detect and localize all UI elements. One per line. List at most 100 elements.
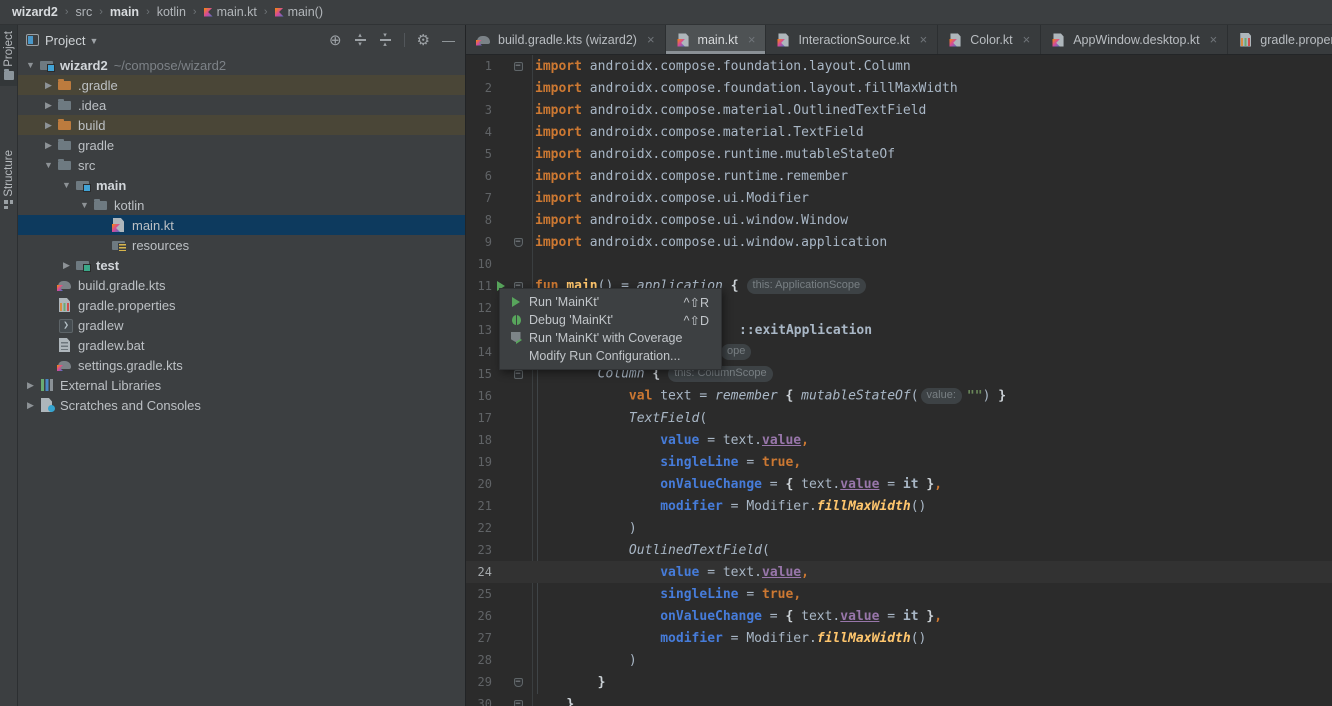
fold-start-icon[interactable]: − xyxy=(514,62,523,71)
tree-row-external-libraries[interactable]: ▶External Libraries xyxy=(18,375,465,395)
editor-tab-gradle-properties[interactable]: gradle.properties× xyxy=(1228,25,1332,54)
code-line-10[interactable]: 10 xyxy=(466,253,1332,275)
tree-row--idea[interactable]: ▶.idea xyxy=(18,95,465,115)
chevron-expanded-icon[interactable]: ▼ xyxy=(40,160,57,170)
fold-marker[interactable]: − xyxy=(510,62,526,71)
code-line-22[interactable]: 22 ) xyxy=(466,517,1332,539)
menu-item-debug--mainkt-[interactable]: Debug 'MainKt'^⇧D xyxy=(500,311,721,329)
code-line-5[interactable]: 5import androidx.compose.runtime.mutable… xyxy=(466,143,1332,165)
code-line-20[interactable]: 20 onValueChange = { text.value = it }, xyxy=(466,473,1332,495)
chevron-collapsed-icon[interactable]: ▶ xyxy=(58,260,75,271)
settings-gear-icon[interactable]: ⚙ xyxy=(417,33,430,48)
tree-row-label: settings.gradle.kts xyxy=(78,358,183,373)
code-line-18[interactable]: 18 value = text.value, xyxy=(466,429,1332,451)
code-line-29[interactable]: 29− } xyxy=(466,671,1332,693)
code-line-4[interactable]: 4import androidx.compose.material.TextFi… xyxy=(466,121,1332,143)
code-line-30[interactable]: 30− } xyxy=(466,693,1332,706)
chevron-down-icon[interactable]: ▼ xyxy=(89,36,98,46)
menu-item-run--mainkt-[interactable]: Run 'MainKt'^⇧R xyxy=(500,293,721,311)
code-line-7[interactable]: 7import androidx.compose.ui.Modifier xyxy=(466,187,1332,209)
fold-end-icon[interactable]: − xyxy=(514,238,523,247)
chevron-collapsed-icon[interactable]: ▶ xyxy=(40,120,57,131)
tree-row-wizard2[interactable]: ▼wizard2~/compose/wizard2 xyxy=(18,55,465,75)
kotlin-logo-icon xyxy=(204,8,213,17)
chevron-expanded-icon[interactable]: ▼ xyxy=(22,60,39,70)
close-tab-icon[interactable]: × xyxy=(647,32,655,47)
fold-end-icon[interactable]: − xyxy=(514,678,523,687)
editor-tab-interactionsource-kt[interactable]: InteractionSource.kt× xyxy=(766,25,938,54)
fold-marker[interactable]: − xyxy=(510,678,526,687)
expand-all-icon[interactable]: ▴▾ xyxy=(354,33,367,47)
project-tool-icon xyxy=(4,71,14,80)
tree-row-build[interactable]: ▶build xyxy=(18,115,465,135)
tree-row-settings-gradle-kts[interactable]: settings.gradle.kts xyxy=(18,355,465,375)
chevron-expanded-icon[interactable]: ▼ xyxy=(76,200,93,210)
menu-item-run--mainkt--with-coverage[interactable]: Run 'MainKt' with Coverage xyxy=(500,329,721,347)
tree-row-main-kt[interactable]: main.kt xyxy=(18,215,465,235)
chevron-collapsed-icon[interactable]: ▶ xyxy=(40,140,57,151)
code-line-1[interactable]: 1−import androidx.compose.foundation.lay… xyxy=(466,55,1332,77)
tree-row-src[interactable]: ▼src xyxy=(18,155,465,175)
tree-row-gradle-properties[interactable]: gradle.properties xyxy=(18,295,465,315)
chevron-collapsed-icon[interactable]: ▶ xyxy=(22,380,39,391)
code-line-21[interactable]: 21 modifier = Modifier.fillMaxWidth() xyxy=(466,495,1332,517)
editor-tab-build-gradle-kts--wizard2-[interactable]: build.gradle.kts (wizard2)× xyxy=(466,25,666,54)
fold-start-icon[interactable]: − xyxy=(514,370,523,379)
chevron-expanded-icon[interactable]: ▼ xyxy=(58,180,75,190)
fold-marker[interactable]: − xyxy=(510,370,526,379)
tree-row-scratches-and-consoles[interactable]: ▶Scratches and Consoles xyxy=(18,395,465,415)
code-line-6[interactable]: 6import androidx.compose.runtime.remembe… xyxy=(466,165,1332,187)
code-line-27[interactable]: 27 modifier = Modifier.fillMaxWidth() xyxy=(466,627,1332,649)
tool-tab-structure[interactable]: Structure xyxy=(0,144,17,216)
code-line-23[interactable]: 23 OutlinedTextField( xyxy=(466,539,1332,561)
collapse-all-icon[interactable]: ▾▴ xyxy=(379,33,392,47)
code-line-19[interactable]: 19 singleLine = true, xyxy=(466,451,1332,473)
code-line-9[interactable]: 9−import androidx.compose.ui.window.appl… xyxy=(466,231,1332,253)
close-tab-icon[interactable]: × xyxy=(920,32,928,47)
close-tab-icon[interactable]: × xyxy=(1023,32,1031,47)
tree-row-test[interactable]: ▶test xyxy=(18,255,465,275)
code-line-17[interactable]: 17 TextField( xyxy=(466,407,1332,429)
code-line-28[interactable]: 28 ) xyxy=(466,649,1332,671)
code-line-26[interactable]: 26 onValueChange = { text.value = it }, xyxy=(466,605,1332,627)
tree-row--gradle[interactable]: ▶.gradle xyxy=(18,75,465,95)
editor-tab-color-kt[interactable]: Color.kt× xyxy=(938,25,1041,54)
breadcrumb-item-mainkt[interactable]: main.kt xyxy=(204,5,257,19)
fold-end-icon[interactable]: − xyxy=(514,700,523,706)
fold-marker[interactable]: − xyxy=(510,700,526,706)
chevron-collapsed-icon[interactable]: ▶ xyxy=(40,100,57,111)
tree-row-gradlew-bat[interactable]: gradlew.bat xyxy=(18,335,465,355)
code-editor[interactable]: 1−import androidx.compose.foundation.lay… xyxy=(466,55,1332,706)
hide-panel-icon[interactable]: — xyxy=(442,34,455,47)
tree-row-main[interactable]: ▼main xyxy=(18,175,465,195)
tree-row-gradle[interactable]: ▶gradle xyxy=(18,135,465,155)
chevron-collapsed-icon[interactable]: ▶ xyxy=(40,80,57,91)
project-tree: ▼wizard2~/compose/wizard2▶.gradle▶.idea▶… xyxy=(18,55,465,706)
locate-icon[interactable]: ⊕ xyxy=(329,33,342,48)
code-line-2[interactable]: 2import androidx.compose.foundation.layo… xyxy=(466,77,1332,99)
code-line-8[interactable]: 8import androidx.compose.ui.window.Windo… xyxy=(466,209,1332,231)
gutter: 16 xyxy=(466,385,532,407)
close-tab-icon[interactable]: × xyxy=(748,32,756,47)
chevron-collapsed-icon[interactable]: ▶ xyxy=(22,400,39,411)
tool-tab-project[interactable]: Project xyxy=(0,25,17,86)
code-line-25[interactable]: 25 singleLine = true, xyxy=(466,583,1332,605)
code-line-24[interactable]: 24 value = text.value, xyxy=(466,561,1332,583)
breadcrumb-item-src[interactable]: src xyxy=(76,5,93,19)
editor-tab-main-kt[interactable]: main.kt× xyxy=(666,25,767,54)
tree-row-resources[interactable]: resources xyxy=(18,235,465,255)
close-tab-icon[interactable]: × xyxy=(1210,32,1218,47)
tree-row-kotlin[interactable]: ▼kotlin xyxy=(18,195,465,215)
breadcrumb-item-wizard2[interactable]: wizard2 xyxy=(12,5,58,19)
tree-row-gradlew[interactable]: gradlew xyxy=(18,315,465,335)
menu-item-modify-run-configuration---[interactable]: Modify Run Configuration... xyxy=(500,347,721,365)
fold-marker[interactable]: − xyxy=(510,238,526,247)
code-line-16[interactable]: 16 val text = remember { mutableStateOf(… xyxy=(466,385,1332,407)
breadcrumb-item-kotlin[interactable]: kotlin xyxy=(157,5,186,19)
editor-tab-appwindow-desktop-kt[interactable]: AppWindow.desktop.kt× xyxy=(1041,25,1228,54)
breadcrumb-item-main[interactable]: main() xyxy=(275,5,323,19)
tree-row-build-gradle-kts[interactable]: build.gradle.kts xyxy=(18,275,465,295)
project-panel-title[interactable]: Project xyxy=(45,33,85,48)
code-line-3[interactable]: 3import androidx.compose.material.Outlin… xyxy=(466,99,1332,121)
breadcrumb-item-main[interactable]: main xyxy=(110,5,139,19)
